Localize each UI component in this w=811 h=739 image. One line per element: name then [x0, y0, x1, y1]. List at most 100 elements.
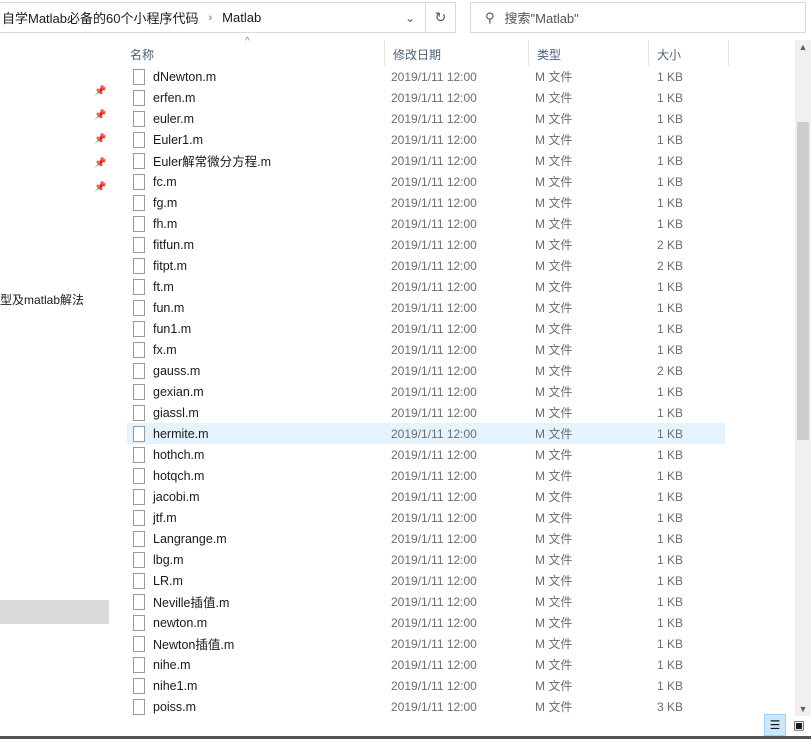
- file-name: erfen.m: [153, 90, 196, 105]
- file-icon: [133, 488, 145, 505]
- column-name[interactable]: 名称: [119, 40, 385, 66]
- address-bar[interactable]: 自学Matlab必备的60个小程序代码 › Matlab ⌄ ↻: [0, 2, 456, 33]
- file-row[interactable]: fitpt.m 2019/1/11 12:00 M 文件 2 KB: [127, 255, 725, 276]
- file-size: 1 KB: [656, 195, 683, 210]
- file-size: 1 KB: [656, 279, 683, 294]
- file-row[interactable]: dNewton.m 2019/1/11 12:00 M 文件 1 KB: [127, 66, 725, 87]
- file-size: 1 KB: [656, 216, 683, 231]
- file-type: M 文件: [535, 280, 573, 294]
- file-type: M 文件: [535, 448, 573, 462]
- pin-icon: 📌: [94, 158, 107, 169]
- file-row[interactable]: fitfun.m 2019/1/11 12:00 M 文件 2 KB: [127, 234, 725, 255]
- file-row[interactable]: poiss.m 2019/1/11 12:00 M 文件 3 KB: [127, 696, 725, 717]
- file-row[interactable]: Euler解常微分方程.m 2019/1/11 12:00 M 文件 1 KB: [127, 150, 725, 171]
- file-row[interactable]: newton.m 2019/1/11 12:00 M 文件 1 KB: [127, 612, 725, 633]
- file-date: 2019/1/11 12:00: [391, 195, 477, 210]
- file-type: M 文件: [535, 196, 573, 210]
- file-row[interactable]: fh.m 2019/1/11 12:00 M 文件 1 KB: [127, 213, 725, 234]
- search-placeholder: 搜索"Matlab": [504, 11, 579, 26]
- file-size: 1 KB: [656, 594, 683, 609]
- file-icon: [133, 383, 145, 400]
- file-row[interactable]: jacobi.m 2019/1/11 12:00 M 文件 1 KB: [127, 486, 725, 507]
- file-row[interactable]: hermite.m 2019/1/11 12:00 M 文件 1 KB: [127, 423, 725, 444]
- file-row[interactable]: erfen.m 2019/1/11 12:00 M 文件 1 KB: [127, 87, 725, 108]
- file-row[interactable]: jtf.m 2019/1/11 12:00 M 文件 1 KB: [127, 507, 725, 528]
- scroll-up-icon[interactable]: ▲: [795, 42, 811, 52]
- file-type: M 文件: [535, 532, 573, 546]
- file-row[interactable]: LR.m 2019/1/11 12:00 M 文件 1 KB: [127, 570, 725, 591]
- chevron-right-icon: ›: [208, 11, 213, 24]
- file-type: M 文件: [535, 658, 573, 672]
- file-size: 1 KB: [656, 615, 683, 630]
- breadcrumb: 自学Matlab必备的60个小程序代码 › Matlab: [0, 8, 395, 27]
- file-row[interactable]: hothch.m 2019/1/11 12:00 M 文件 1 KB: [127, 444, 725, 465]
- scrollbar-thumb[interactable]: [797, 122, 809, 440]
- nav-item-selected[interactable]: [0, 600, 109, 624]
- file-row[interactable]: Langrange.m 2019/1/11 12:00 M 文件 1 KB: [127, 528, 725, 549]
- file-name: fc.m: [153, 174, 177, 189]
- file-row[interactable]: fx.m 2019/1/11 12:00 M 文件 1 KB: [127, 339, 725, 360]
- file-row[interactable]: lbg.m 2019/1/11 12:00 M 文件 1 KB: [127, 549, 725, 570]
- file-icon: [133, 257, 145, 274]
- file-row[interactable]: giassl.m 2019/1/11 12:00 M 文件 1 KB: [127, 402, 725, 423]
- search-input[interactable]: ⚲ 搜索"Matlab": [470, 2, 806, 33]
- file-row[interactable]: fg.m 2019/1/11 12:00 M 文件 1 KB: [127, 192, 725, 213]
- large-icons-view-icon[interactable]: ▣: [788, 714, 810, 736]
- file-size: 3 KB: [656, 699, 683, 714]
- file-row[interactable]: euler.m 2019/1/11 12:00 M 文件 1 KB: [127, 108, 725, 129]
- file-row[interactable]: fun1.m 2019/1/11 12:00 M 文件 1 KB: [127, 318, 725, 339]
- column-type[interactable]: 类型: [529, 40, 649, 66]
- pin-icon: 📌: [94, 86, 107, 97]
- file-icon: [133, 656, 145, 673]
- breadcrumb-segment[interactable]: 自学Matlab必备的60个小程序代码: [2, 8, 198, 27]
- file-row[interactable]: gexian.m 2019/1/11 12:00 M 文件 1 KB: [127, 381, 725, 402]
- file-size: 1 KB: [656, 69, 683, 84]
- file-date: 2019/1/11 12:00: [391, 657, 477, 672]
- file-row[interactable]: nihe.m 2019/1/11 12:00 M 文件 1 KB: [127, 654, 725, 675]
- file-date: 2019/1/11 12:00: [391, 174, 477, 189]
- file-icon: [133, 278, 145, 295]
- file-icon: [133, 635, 145, 652]
- file-row[interactable]: fc.m 2019/1/11 12:00 M 文件 1 KB: [127, 171, 725, 192]
- file-row[interactable]: ft.m 2019/1/11 12:00 M 文件 1 KB: [127, 276, 725, 297]
- file-date: 2019/1/11 12:00: [391, 426, 477, 441]
- scroll-down-icon[interactable]: ▼: [795, 704, 811, 714]
- file-date: 2019/1/11 12:00: [391, 111, 477, 126]
- file-row[interactable]: gauss.m 2019/1/11 12:00 M 文件 2 KB: [127, 360, 725, 381]
- file-type: M 文件: [535, 385, 573, 399]
- file-row[interactable]: Neville插值.m 2019/1/11 12:00 M 文件 1 KB: [127, 591, 725, 612]
- file-type: M 文件: [535, 112, 573, 126]
- file-row[interactable]: fun.m 2019/1/11 12:00 M 文件 1 KB: [127, 297, 725, 318]
- file-size: 1 KB: [656, 531, 683, 546]
- file-icon: [133, 530, 145, 547]
- file-type: M 文件: [535, 595, 573, 609]
- file-type: M 文件: [535, 511, 573, 525]
- file-row[interactable]: nihe1.m 2019/1/11 12:00 M 文件 1 KB: [127, 675, 725, 696]
- file-row[interactable]: hotqch.m 2019/1/11 12:00 M 文件 1 KB: [127, 465, 725, 486]
- file-type: M 文件: [535, 322, 573, 336]
- column-date[interactable]: 修改日期: [385, 40, 529, 66]
- file-size: 2 KB: [656, 237, 683, 252]
- file-icon: [133, 194, 145, 211]
- file-row[interactable]: Newton插值.m 2019/1/11 12:00 M 文件 1 KB: [127, 633, 725, 654]
- chevron-down-icon[interactable]: ⌄: [395, 3, 425, 32]
- file-row[interactable]: Euler1.m 2019/1/11 12:00 M 文件 1 KB: [127, 129, 725, 150]
- file-icon: [133, 152, 145, 169]
- file-type: M 文件: [535, 175, 573, 189]
- file-size: 1 KB: [656, 174, 683, 189]
- nav-item[interactable]: 型及matlab解法: [0, 291, 84, 308]
- refresh-icon[interactable]: ↻: [425, 3, 455, 32]
- file-name: nihe1.m: [153, 678, 198, 693]
- details-view-icon[interactable]: ☰: [764, 714, 786, 736]
- column-size[interactable]: 大小: [649, 40, 729, 66]
- file-name: nihe.m: [153, 657, 191, 672]
- file-icon: [133, 299, 145, 316]
- file-size: 1 KB: [656, 405, 683, 420]
- file-name: Neville插值.m: [153, 596, 230, 610]
- pin-icon: 📌: [94, 134, 107, 145]
- file-size: 1 KB: [656, 132, 683, 147]
- breadcrumb-segment[interactable]: Matlab: [222, 10, 261, 25]
- vertical-scrollbar[interactable]: ▲ ▼: [795, 40, 811, 716]
- file-type: M 文件: [535, 70, 573, 84]
- file-name: jtf.m: [153, 510, 177, 525]
